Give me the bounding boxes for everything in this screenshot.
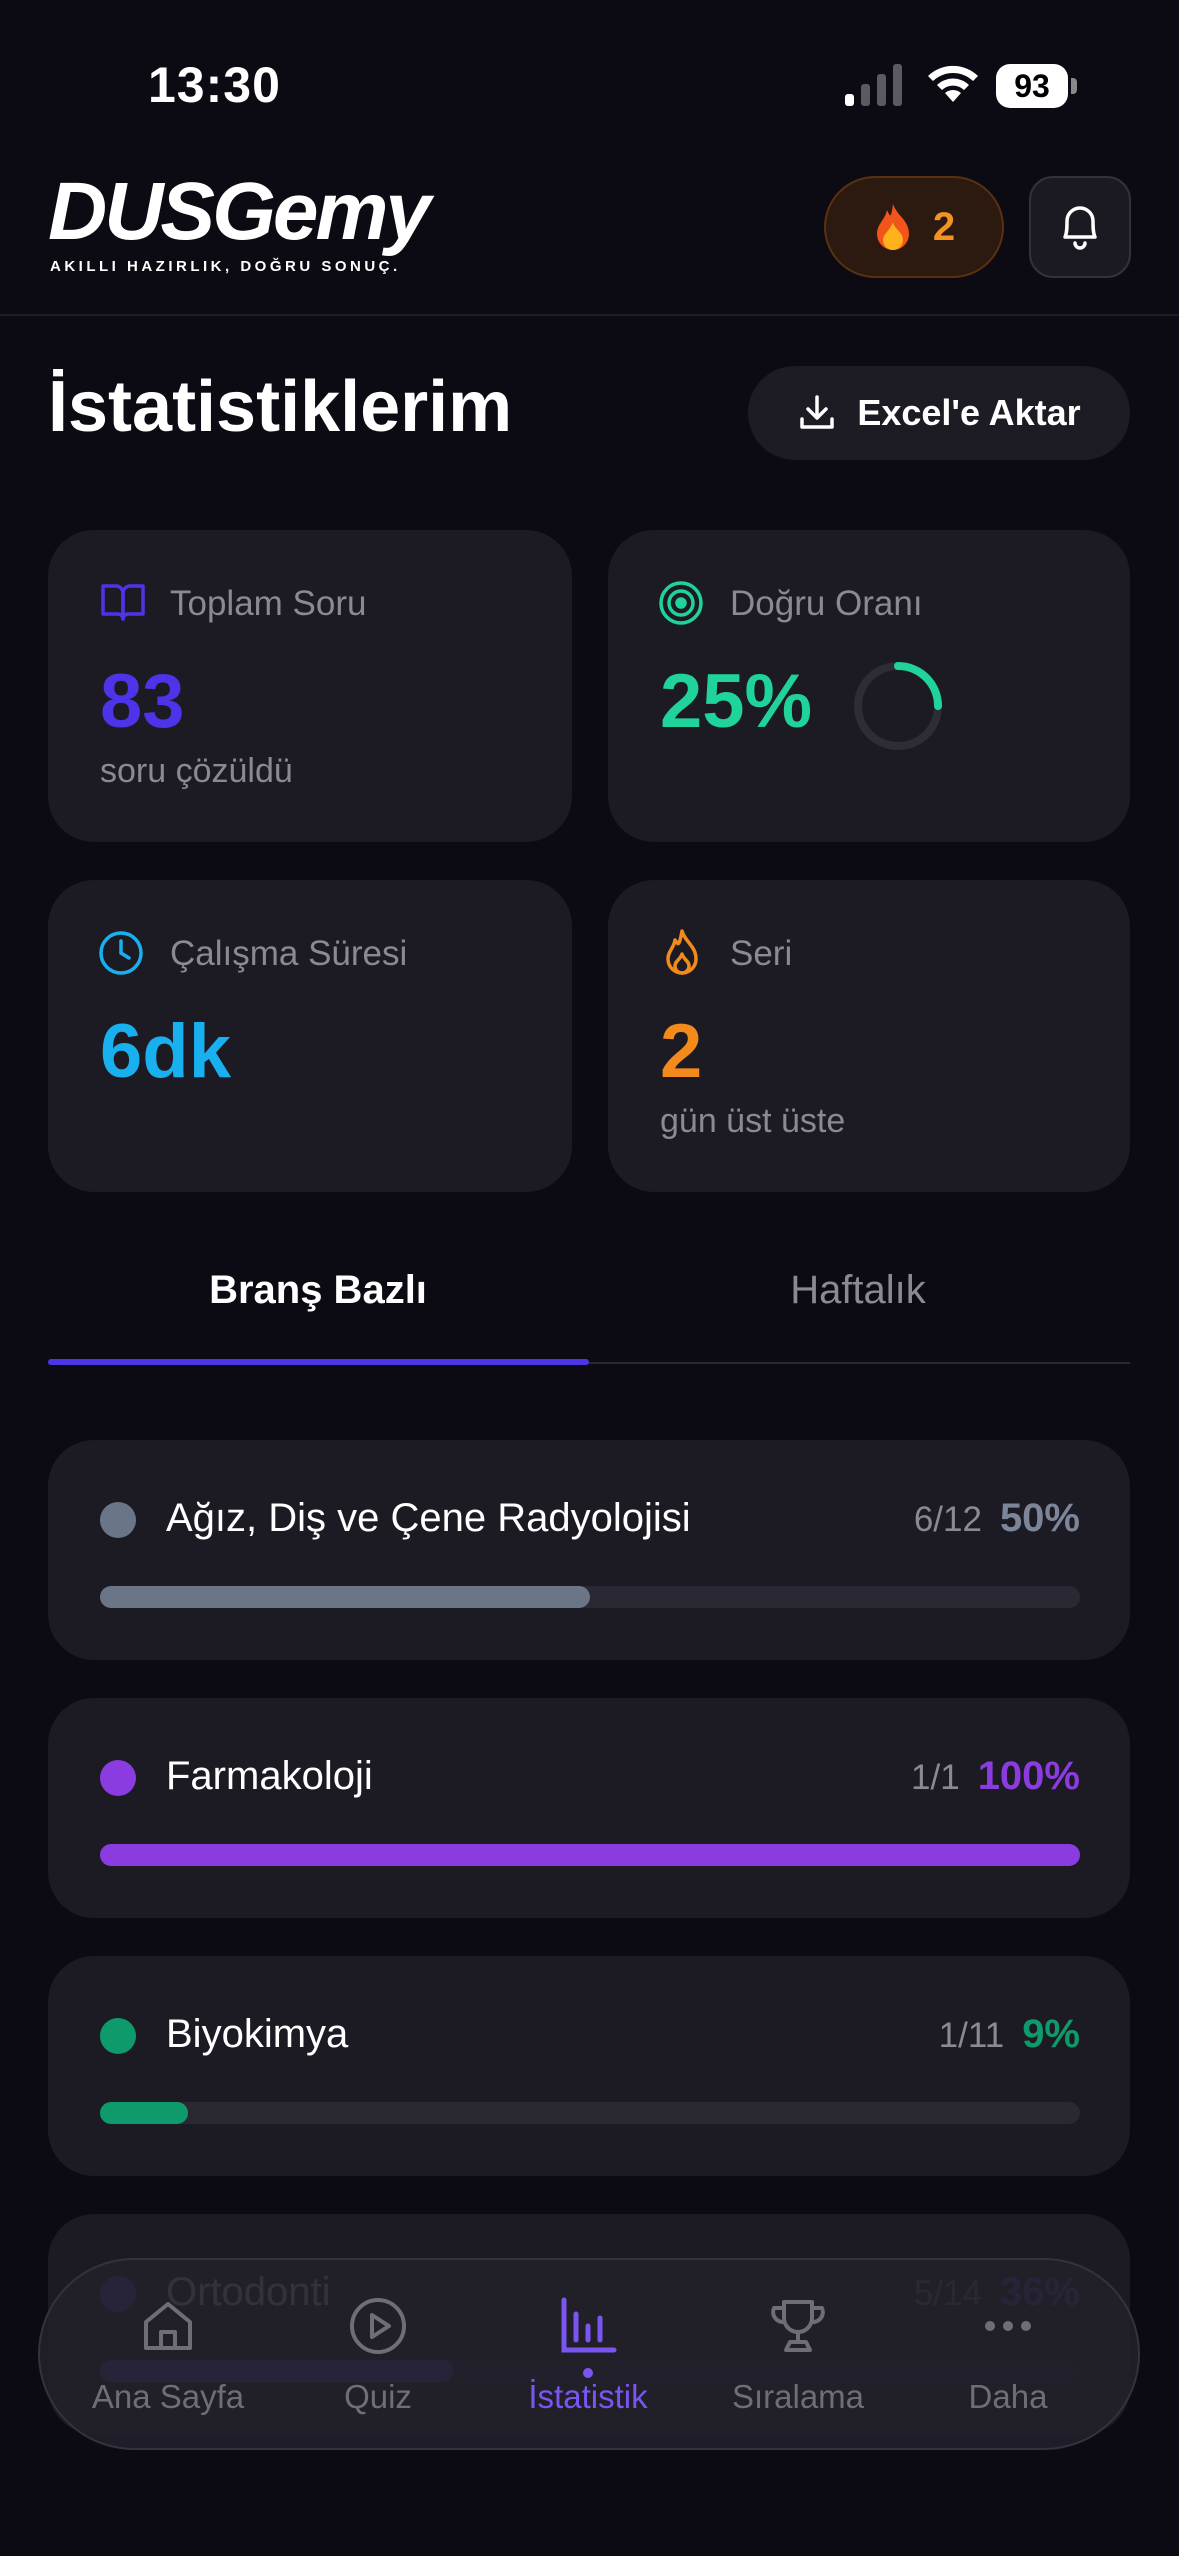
page-title: İstatistiklerim — [48, 367, 513, 447]
nav-label-quiz: Quiz — [344, 2378, 412, 2415]
nav-label-home: Ana Sayfa — [91, 2378, 245, 2415]
branch-progress-track — [100, 1586, 1080, 1608]
cellular-signal-icon — [845, 64, 902, 106]
branch-card[interactable]: Farmakoloji 1/1 100% — [48, 1698, 1130, 1918]
streak-card: Seri 2 gün üst üste — [608, 880, 1130, 1192]
target-icon — [659, 581, 703, 625]
download-icon — [800, 395, 835, 429]
nav-label-ranking: Sıralama — [731, 2378, 865, 2415]
branch-name: Biyokimya — [166, 2012, 349, 2056]
home-icon — [144, 2302, 192, 2350]
branch-progress-track — [100, 2102, 1080, 2124]
nav-label-more: Daha — [968, 2378, 1048, 2415]
flame-icon — [666, 929, 698, 975]
study-time-value: 6dk — [100, 1009, 231, 1094]
app-logo: DUSGemy — [48, 166, 431, 257]
streak-count: 2 — [932, 204, 956, 249]
total-questions-card: Toplam Soru 83 soru çözüldü — [48, 530, 572, 842]
nav-label-statistics: İstatistik — [528, 2378, 648, 2415]
branch-progress-fill — [100, 1844, 1080, 1866]
tab-branch-based[interactable]: Branş Bazlı — [48, 1268, 588, 1313]
streak-label: Seri — [730, 934, 793, 973]
study-time-label: Çalışma Süresi — [170, 934, 408, 973]
more-icon — [985, 2321, 1031, 2331]
streak-badge-button[interactable]: 2 — [824, 176, 1004, 278]
branch-percent: 9% — [1022, 2012, 1080, 2056]
accuracy-value: 25% — [660, 659, 813, 744]
notifications-button[interactable] — [1029, 176, 1131, 278]
excel-export-label: Excel'e Aktar — [857, 392, 1081, 433]
accuracy-card: Doğru Oranı 25% — [608, 530, 1130, 842]
branch-name: Farmakoloji — [166, 1754, 373, 1798]
bottom-navigation: Ana Sayfa Quiz İstatistik Sıralama Daha — [38, 2258, 1140, 2450]
branch-name: Ağız, Diş ve Çene Radyolojisi — [166, 1496, 691, 1540]
total-questions-sub: soru çözüldü — [100, 752, 293, 790]
branch-count: 1/1 — [911, 1758, 960, 1797]
trophy-icon — [771, 2300, 825, 2352]
branch-color-dot — [100, 1502, 136, 1538]
bell-icon — [1063, 206, 1097, 250]
branch-color-dot — [100, 2018, 136, 2054]
battery-indicator: 93 — [996, 64, 1077, 108]
branch-card[interactable]: Biyokimya 1/11 9% — [48, 1956, 1130, 2176]
wifi-icon — [928, 65, 978, 102]
branch-percent: 50% — [999, 1496, 1080, 1540]
battery-level: 93 — [996, 64, 1068, 108]
play-circle-icon — [350, 2298, 406, 2354]
streak-value: 2 — [660, 1009, 703, 1094]
branch-progress-track — [100, 1844, 1080, 1866]
branch-color-dot — [100, 1760, 136, 1796]
header-divider — [0, 314, 1179, 316]
bar-chart-icon — [561, 2297, 617, 2353]
branch-progress-fill — [100, 2102, 189, 2124]
active-nav-dot — [583, 2368, 593, 2378]
app-tagline: AKILLI HAZIRLIK, DOĞRU SONUÇ. — [50, 258, 401, 275]
branch-progress-fill — [100, 1586, 590, 1608]
total-questions-value: 83 — [100, 659, 185, 744]
nav-item-quiz[interactable]: Quiz — [278, 2260, 478, 2452]
study-time-card: Çalışma Süresi 6dk — [48, 880, 572, 1192]
total-questions-label: Toplam Soru — [170, 584, 367, 623]
branch-count: 6/12 — [913, 1500, 982, 1539]
nav-item-statistics[interactable]: İstatistik — [488, 2260, 688, 2452]
branch-count: 1/11 — [938, 2016, 1005, 2055]
clock-icon — [99, 931, 143, 975]
accuracy-ring — [854, 662, 942, 750]
excel-export-button[interactable]: Excel'e Aktar — [748, 366, 1130, 460]
fire-icon — [876, 204, 909, 250]
branch-card[interactable]: Ağız, Diş ve Çene Radyolojisi 6/12 50% — [48, 1440, 1130, 1660]
branch-percent: 100% — [977, 1754, 1080, 1798]
book-icon — [101, 584, 145, 621]
status-time: 13:30 — [148, 57, 281, 113]
nav-item-ranking[interactable]: Sıralama — [698, 2260, 898, 2452]
tab-weekly[interactable]: Haftalık — [588, 1268, 1128, 1313]
streak-sub: gün üst üste — [660, 1102, 846, 1140]
nav-item-more[interactable]: Daha — [908, 2260, 1108, 2452]
nav-item-home[interactable]: Ana Sayfa — [68, 2260, 268, 2452]
active-tab-indicator — [48, 1359, 589, 1365]
accuracy-label: Doğru Oranı — [730, 584, 923, 623]
